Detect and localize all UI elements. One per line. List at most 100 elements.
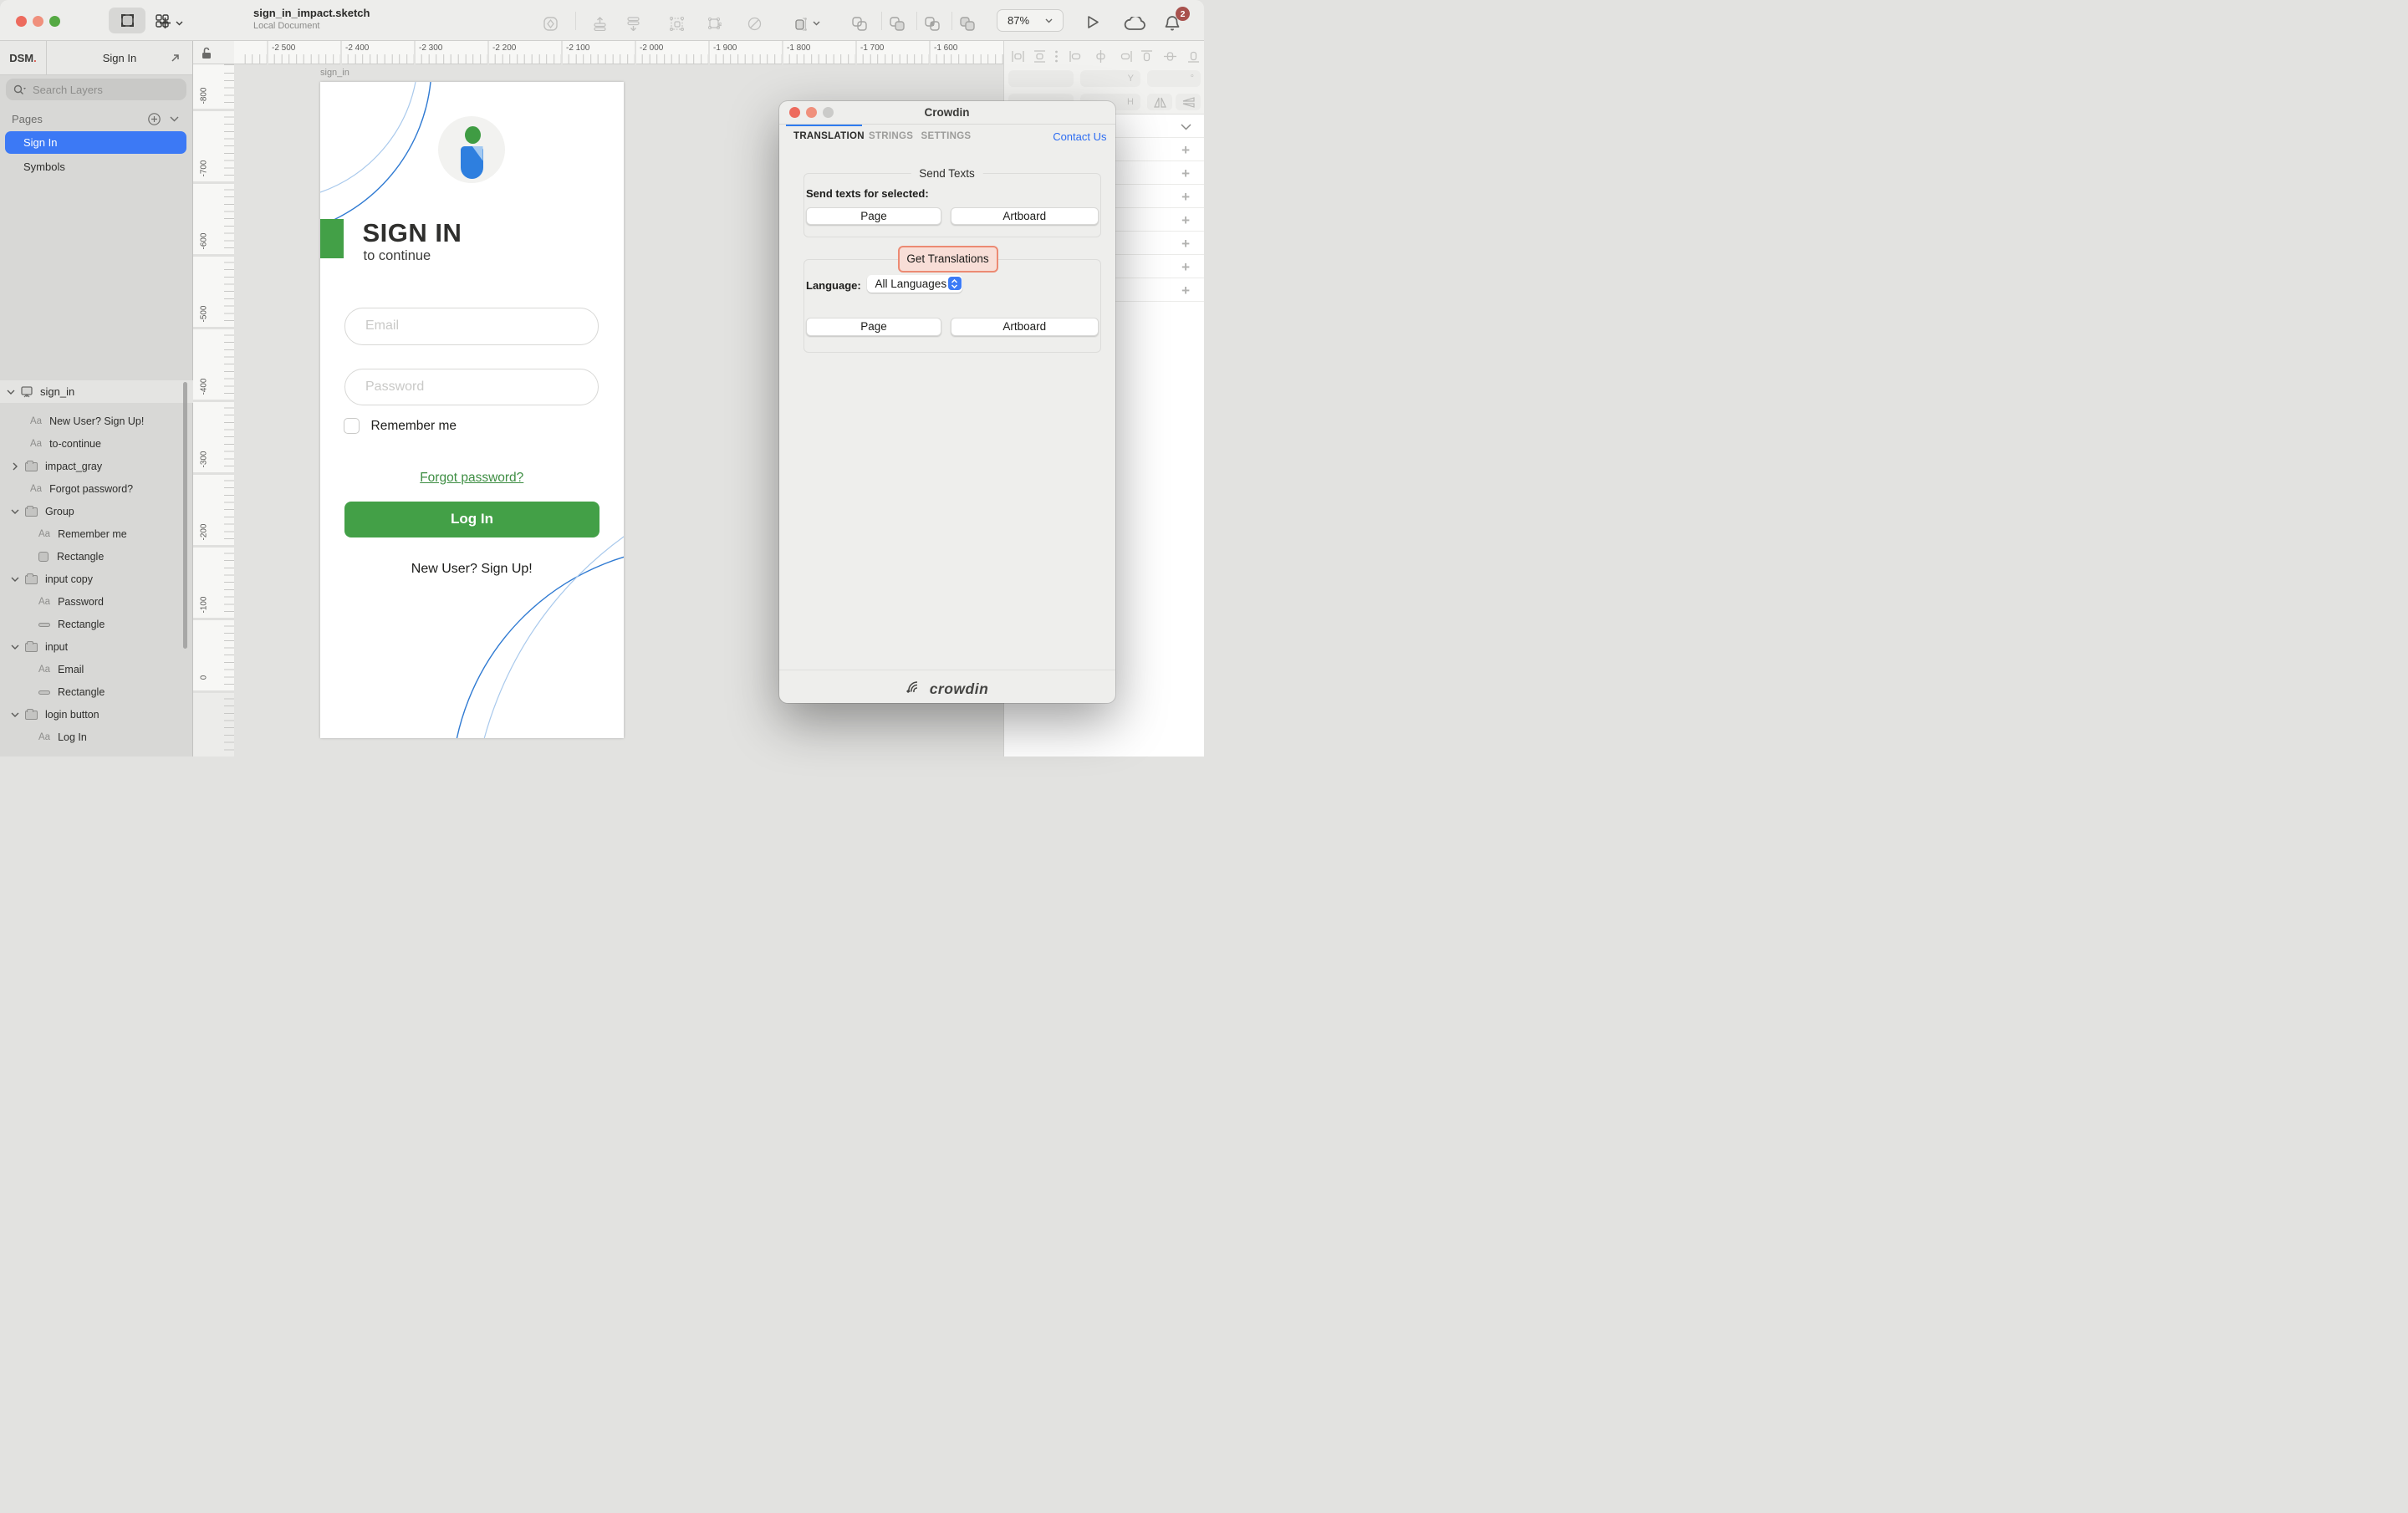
resize-chevron-icon[interactable] (813, 21, 820, 26)
minimize-window-button[interactable] (33, 16, 43, 27)
layer-row[interactable]: AaLog In (0, 727, 183, 748)
email-field[interactable]: Email (344, 308, 599, 345)
layer-row[interactable]: Rectangle (0, 547, 183, 568)
get-page-button[interactable]: Page (806, 318, 941, 336)
more-options-icon[interactable] (1054, 49, 1059, 64)
layer-row[interactable]: Aato-continue (0, 434, 183, 455)
layer-row[interactable]: input copy (0, 569, 183, 590)
align-right-icon[interactable] (1119, 49, 1133, 64)
boolean-union-icon[interactable] (852, 17, 867, 31)
chevron-down-icon[interactable] (11, 712, 19, 717)
send-artboard-button[interactable]: Artboard (951, 207, 1099, 226)
get-artboard-button[interactable]: Artboard (951, 318, 1099, 336)
send-page-button[interactable]: Page (806, 207, 941, 226)
x-position-field[interactable] (1008, 70, 1074, 87)
sidebar-page-symbols[interactable]: Symbols (23, 160, 65, 173)
email-placeholder: Email (365, 318, 399, 334)
language-value: All Languages (875, 278, 947, 290)
boolean-subtract-icon[interactable] (890, 17, 905, 31)
unlock-icon[interactable] (202, 47, 212, 59)
no-style-icon[interactable] (747, 17, 762, 31)
chevron-right-icon[interactable] (11, 462, 19, 471)
remember-me-label[interactable]: Remember me (371, 419, 457, 434)
artboard-sign-in[interactable]: SIGN IN to continue Email Password Remem… (320, 82, 625, 738)
plus-icon: + (1181, 283, 1190, 299)
layer-row[interactable]: AaNew User? Sign Up! (0, 411, 183, 432)
group-selection-icon[interactable] (670, 17, 684, 31)
preview-play-icon[interactable] (1087, 15, 1099, 29)
tab-current-page[interactable]: Sign In (47, 41, 192, 74)
resize-icon[interactable] (793, 17, 808, 31)
zoom-level-dropdown[interactable]: 87% (997, 9, 1064, 32)
contact-us-link[interactable]: Contact Us (1053, 130, 1106, 143)
remember-me-checkbox[interactable] (344, 418, 360, 434)
layer-row[interactable]: input (0, 637, 183, 658)
layer-row[interactable]: Rectangle (0, 614, 183, 635)
cloud-sync-icon[interactable] (1124, 17, 1146, 31)
layer-row[interactable]: impact_gray (0, 456, 183, 477)
insert-plus-icon[interactable] (159, 17, 171, 29)
search-layers-input[interactable]: Search Layers (6, 79, 186, 100)
sidebar-scrollbar[interactable] (183, 382, 187, 649)
align-left-icon[interactable] (1069, 49, 1083, 64)
to-continue-text[interactable]: to continue (364, 248, 431, 264)
flip-horizontal-button[interactable] (1147, 94, 1172, 110)
sidebar-page-sign-in[interactable]: Sign In (5, 131, 186, 154)
layer-row[interactable]: AaPassword (0, 592, 183, 613)
layer-row[interactable]: AaEmail (0, 660, 183, 680)
ungroup-selection-icon[interactable] (707, 17, 722, 31)
sign-up-text[interactable]: New User? Sign Up! (320, 562, 625, 577)
send-for-selected-label: Send texts for selected: (806, 187, 929, 200)
zoom-window-button[interactable] (49, 16, 60, 27)
tab-translation[interactable]: TRANSLATION (793, 131, 865, 141)
tab-strings[interactable]: STRINGS (869, 131, 913, 141)
distribute-vertical-icon[interactable] (1033, 49, 1047, 64)
chevron-down-icon[interactable] (11, 509, 19, 514)
move-forward-icon[interactable] (593, 17, 607, 31)
zoom-level-value: 87% (1008, 14, 1029, 27)
forgot-password-link[interactable]: Forgot password? (320, 471, 625, 486)
align-center-horizontal-icon[interactable] (1094, 49, 1108, 64)
heading-green-square[interactable] (320, 219, 344, 258)
layer-row[interactable]: Group (0, 502, 183, 522)
rotation-field[interactable]: ° (1147, 70, 1201, 87)
artboard-row-label: sign_in (40, 385, 74, 398)
close-window-button[interactable] (16, 16, 27, 27)
password-field[interactable]: Password (344, 369, 599, 406)
tab-settings[interactable]: SETTINGS (921, 131, 972, 141)
distribute-icon[interactable] (626, 17, 640, 31)
tab-dsm[interactable]: DSM. (0, 41, 47, 74)
align-top-icon[interactable] (1140, 49, 1154, 64)
get-translations-button[interactable]: Get Translations (898, 246, 998, 273)
align-bottom-icon[interactable] (1186, 49, 1201, 64)
chevron-down-icon[interactable] (7, 390, 15, 395)
add-page-icon[interactable] (148, 113, 161, 125)
insert-chevron-icon[interactable] (176, 21, 183, 26)
sign-in-heading[interactable]: SIGN IN (363, 218, 462, 248)
log-in-button[interactable]: Log In (344, 502, 599, 537)
align-middle-vertical-icon[interactable] (1163, 49, 1177, 64)
logo-blue-drop[interactable] (461, 146, 483, 179)
chevron-down-icon[interactable] (11, 577, 19, 582)
layer-row[interactable]: login button (0, 705, 183, 726)
layer-row[interactable]: AaRemember me (0, 524, 183, 545)
plus-icon: + (1181, 259, 1190, 276)
boolean-difference-icon[interactable] (960, 17, 975, 31)
pages-collapse-icon[interactable] (170, 116, 179, 122)
artboard-title-label[interactable]: sign_in (320, 68, 349, 78)
language-dropdown[interactable]: All Languages (867, 275, 963, 293)
canvas-mode-button[interactable] (109, 8, 145, 33)
create-symbol-icon[interactable] (543, 17, 558, 31)
y-position-field[interactable]: Y (1080, 70, 1140, 87)
distribute-horizontal-icon[interactable] (1011, 49, 1025, 64)
flip-vertical-button[interactable] (1176, 94, 1201, 110)
text-layer-icon: Aa (30, 439, 42, 449)
layer-row[interactable]: AaForgot password? (0, 479, 183, 500)
layer-artboard-row[interactable]: sign_in (0, 380, 193, 403)
boolean-intersect-icon[interactable] (925, 17, 940, 31)
layer-row[interactable]: Rectangle (0, 682, 183, 703)
ruler-label: -2 100 (566, 43, 589, 53)
logo-green-dot[interactable] (465, 126, 481, 144)
ruler-label: -2 500 (272, 43, 295, 53)
chevron-down-icon[interactable] (11, 644, 19, 650)
